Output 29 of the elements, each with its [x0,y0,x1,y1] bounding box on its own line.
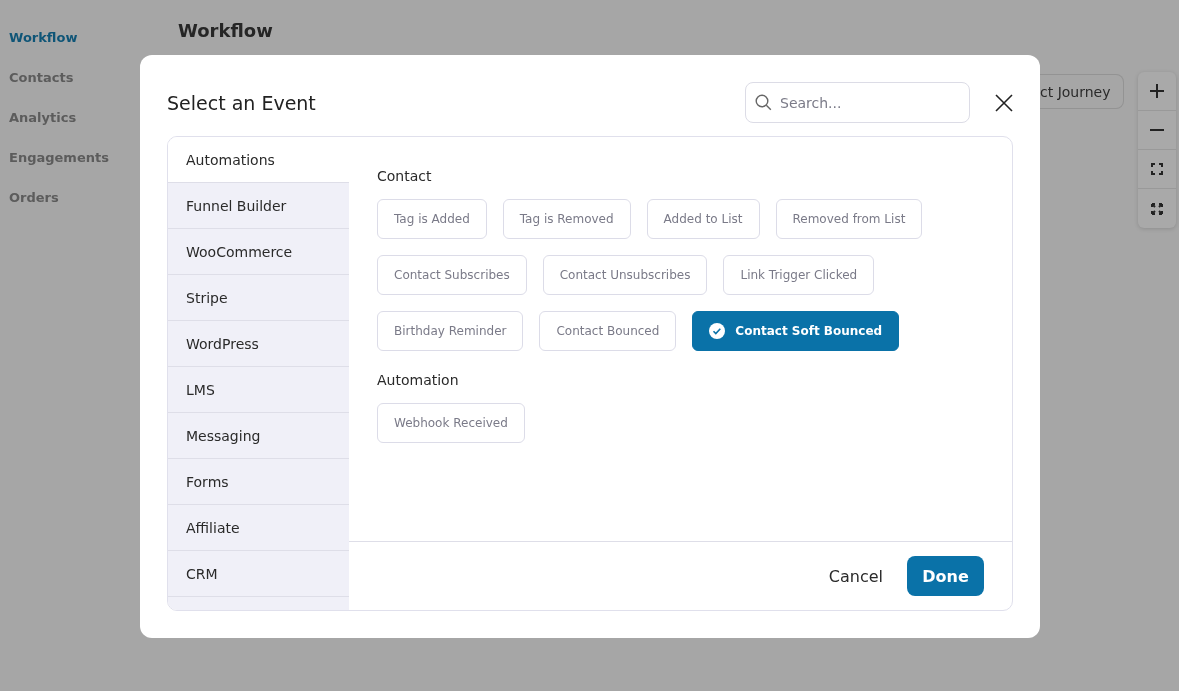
event-option[interactable]: Link Trigger Clicked [723,255,875,295]
done-button[interactable]: Done [907,556,984,596]
event-option[interactable]: Tag is Added [377,199,487,239]
close-button[interactable] [994,92,1014,113]
sidebar-item[interactable]: Workflow [9,28,150,48]
cancel-button[interactable]: Cancel [828,566,883,586]
event-option[interactable]: Removed from List [775,199,923,239]
search-field[interactable]: Search... [745,82,970,123]
plus-icon [1148,83,1165,99]
event-option[interactable]: Contact Soft Bounced [692,311,900,351]
group-heading: Automation [377,371,460,389]
fit-screen-icon [1150,163,1163,175]
page-title: Workflow [178,20,274,41]
event-option[interactable]: Contact Unsubscribes [542,255,708,295]
minus-icon [1148,129,1165,131]
category-item[interactable]: Automations [168,137,349,183]
event-option[interactable]: Webhook Received [377,403,525,443]
journey-button[interactable]: ct Journey [1040,74,1124,109]
dialog-title: Select an Event [167,91,317,114]
event-option[interactable]: Contact Subscribes [377,255,527,295]
group-heading: Contact [377,167,433,185]
close-icon [994,92,1014,113]
expand-icon [1150,202,1163,215]
search-icon [755,94,772,111]
check-circle-icon [709,323,726,339]
event-option[interactable]: Tag is Removed [502,199,631,239]
event-option[interactable]: Birthday Reminder [377,311,524,351]
event-option[interactable]: Added to List [646,199,760,239]
event-option[interactable]: Contact Bounced [539,311,677,351]
